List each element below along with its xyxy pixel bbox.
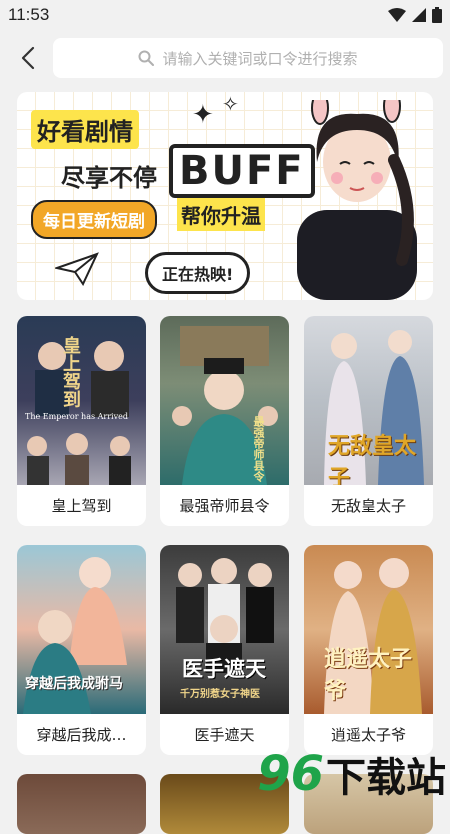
back-button[interactable] — [10, 40, 46, 76]
drama-title: 皇上驾到 — [51, 497, 112, 515]
poster-subtitle-text: The Emperor has Arrived — [25, 412, 128, 421]
search-placeholder: 请输入关键词或口令进行搜索 — [162, 49, 358, 68]
poster-title-text: 无敌皇太子 — [328, 433, 417, 485]
drama-poster — [17, 774, 146, 834]
drama-poster: 无敌皇太子 — [304, 316, 433, 485]
drama-card[interactable]: 医手遮天 千万别惹女子神医 医手遮天 — [160, 545, 289, 755]
search-input[interactable]: 请输入关键词或口令进行搜索 — [53, 38, 443, 78]
poster-title-text: 最强帝师县令 — [252, 416, 265, 482]
poster-title-text: 逍遥太子爷 — [324, 646, 413, 704]
site-watermark: 96 下载站 — [257, 750, 446, 798]
header: 请输入关键词或口令进行搜索 — [0, 30, 450, 86]
poster-subtitle-text: 千万别惹女子神医 — [180, 689, 260, 700]
banner-line3: 帮你升温 — [177, 198, 265, 231]
status-icons — [388, 7, 442, 23]
paper-plane-icon — [55, 252, 99, 286]
drama-card[interactable]: 最强帝师县令 最强帝师县令 — [160, 316, 289, 526]
banner-bubble: 正在热映! — [145, 252, 251, 294]
status-time: 11:53 — [8, 5, 50, 24]
battery-icon — [432, 7, 442, 23]
banner-line2: 尽享不停 — [61, 164, 157, 192]
drama-card[interactable]: 皇上驾到 The Emperor has Arrived 皇上驾到 — [17, 316, 146, 526]
drama-title: 最强帝师县令 — [179, 497, 270, 515]
banner-line1: 好看剧情 — [31, 110, 139, 149]
sparkle-icon: ✦ — [192, 100, 214, 130]
drama-poster: 皇上驾到 The Emperor has Arrived — [17, 316, 146, 485]
drama-card[interactable]: 无敌皇太子 无敌皇太子 — [304, 316, 433, 526]
search-icon — [138, 50, 155, 66]
wifi-icon — [388, 8, 406, 22]
drama-poster: 穿越后我成驸马 — [17, 545, 146, 714]
drama-title: 无敌皇太子 — [330, 497, 406, 515]
promo-banner[interactable]: 好看剧情 尽享不停 BUFF 每日更新短剧 帮你升温 正在热映! ✦ ✧ — [17, 92, 433, 300]
drama-card[interactable] — [17, 774, 146, 834]
poster-title-text: 穿越后我成驸马 — [25, 676, 123, 692]
watermark-text: 下载站 — [326, 755, 446, 801]
poster-title-text: 医手遮天 — [182, 656, 266, 681]
signal-icon — [412, 8, 426, 22]
drama-poster: 最强帝师县令 — [160, 316, 289, 485]
drama-card[interactable]: 穿越后我成驸马 穿越后我成… — [17, 545, 146, 755]
drama-title: 穿越后我成… — [36, 726, 127, 744]
sparkle-icon: ✧ — [222, 92, 239, 116]
banner-tag: 每日更新短剧 — [31, 200, 157, 239]
poster-title-text: 皇上驾到 — [60, 336, 81, 408]
poster-art — [172, 326, 278, 485]
watermark-number: 96 — [257, 746, 324, 802]
drama-card[interactable]: 逍遥太子爷 逍遥太子爷 — [304, 545, 433, 755]
banner-person-illustration — [297, 100, 417, 300]
back-arrow-icon — [21, 46, 35, 70]
drama-poster: 医手遮天 千万别惹女子神医 — [160, 545, 289, 714]
status-bar: 11:53 — [0, 0, 450, 30]
drama-poster: 逍遥太子爷 — [304, 545, 433, 714]
